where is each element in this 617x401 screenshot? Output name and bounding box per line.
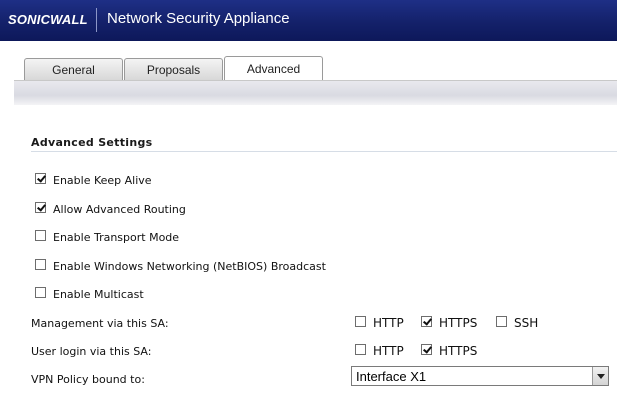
management-https-checkbox[interactable] bbox=[421, 316, 432, 327]
sonicwall-logo: SONICWALL bbox=[8, 12, 88, 27]
management-https-label: HTTPS bbox=[439, 316, 478, 330]
tab-general[interactable]: General bbox=[24, 58, 123, 80]
chevron-down-icon[interactable] bbox=[592, 367, 608, 385]
user-login-via-sa-label: User login via this SA: bbox=[31, 345, 152, 358]
header-divider bbox=[96, 8, 97, 32]
vpn-policy-bound-label: VPN Policy bound to: bbox=[31, 373, 145, 386]
section-divider bbox=[31, 151, 617, 152]
management-http-checkbox[interactable] bbox=[355, 316, 366, 327]
enable-keep-alive-label: Enable Keep Alive bbox=[53, 174, 152, 187]
allow-advanced-routing-checkbox[interactable] bbox=[35, 202, 46, 213]
enable-transport-mode-checkbox[interactable] bbox=[35, 230, 46, 241]
app-header: SONICWALL Network Security Appliance bbox=[0, 0, 617, 41]
tab-proposals[interactable]: Proposals bbox=[124, 58, 223, 80]
enable-multicast-label: Enable Multicast bbox=[53, 288, 144, 301]
enable-keep-alive-checkbox[interactable] bbox=[35, 173, 46, 184]
enable-multicast-checkbox[interactable] bbox=[35, 287, 46, 298]
management-via-sa-label: Management via this SA: bbox=[31, 317, 169, 330]
enable-transport-mode-label: Enable Transport Mode bbox=[53, 231, 180, 244]
enable-netbios-broadcast-label: Enable Windows Networking (NetBIOS) Broa… bbox=[53, 260, 326, 273]
management-http-label: HTTP bbox=[373, 316, 404, 330]
allow-advanced-routing-label: Allow Advanced Routing bbox=[53, 203, 186, 216]
user-login-http-label: HTTP bbox=[373, 344, 404, 358]
vpn-policy-select[interactable]: Interface X1 bbox=[351, 366, 609, 386]
enable-netbios-broadcast-checkbox[interactable] bbox=[35, 259, 46, 270]
product-title: Network Security Appliance bbox=[107, 10, 290, 27]
user-login-https-checkbox[interactable] bbox=[421, 344, 432, 355]
tab-content-band bbox=[14, 81, 617, 105]
user-login-https-label: HTTPS bbox=[439, 344, 478, 358]
user-login-http-checkbox[interactable] bbox=[355, 344, 366, 355]
tab-advanced[interactable]: Advanced bbox=[224, 56, 323, 81]
vpn-policy-selected-value: Interface X1 bbox=[356, 369, 427, 384]
management-ssh-checkbox[interactable] bbox=[496, 316, 507, 327]
management-ssh-label: SSH bbox=[514, 316, 539, 330]
section-title: Advanced Settings bbox=[31, 136, 153, 149]
